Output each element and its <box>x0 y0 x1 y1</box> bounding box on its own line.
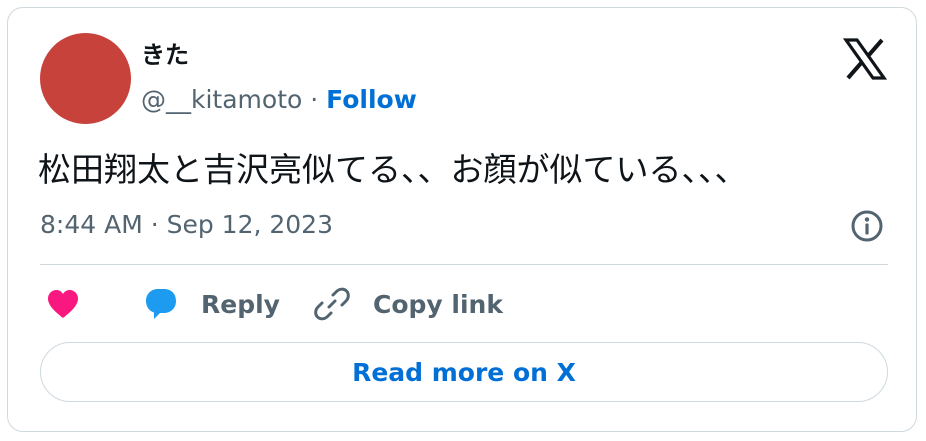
copy-link-label: Copy link <box>373 289 503 319</box>
separator-dot: · <box>310 85 319 114</box>
reply-button[interactable]: Reply <box>143 284 280 324</box>
read-more-label: Read more on X <box>352 357 576 387</box>
copy-link-button[interactable]: Copy link <box>313 284 503 324</box>
like-button[interactable] <box>46 284 80 324</box>
user-handle[interactable]: @__kitamoto <box>141 85 302 114</box>
tweet-timestamp[interactable]: 8:44 AM · Sep 12, 2023 <box>40 207 333 243</box>
follow-link[interactable]: Follow <box>326 85 417 114</box>
avatar[interactable] <box>40 33 131 124</box>
tweet-text: 松田翔太と吉沢亮似てる、、お顔が似ている、、、 <box>38 150 748 189</box>
info-icon[interactable] <box>850 209 884 243</box>
display-name[interactable]: きた <box>141 38 189 72</box>
link-icon <box>314 287 350 321</box>
speech-bubble-icon <box>146 289 176 319</box>
handle-row: @__kitamoto · Follow <box>141 83 417 117</box>
read-more-button[interactable]: Read more on X <box>40 342 888 402</box>
x-logo-icon[interactable] <box>841 35 889 83</box>
heart-icon <box>48 290 78 318</box>
reply-label: Reply <box>201 289 280 319</box>
divider <box>40 264 888 265</box>
tweet-embed-card: きた @__kitamoto · Follow 松田翔太と吉沢亮似てる、、お顔が… <box>7 7 917 432</box>
